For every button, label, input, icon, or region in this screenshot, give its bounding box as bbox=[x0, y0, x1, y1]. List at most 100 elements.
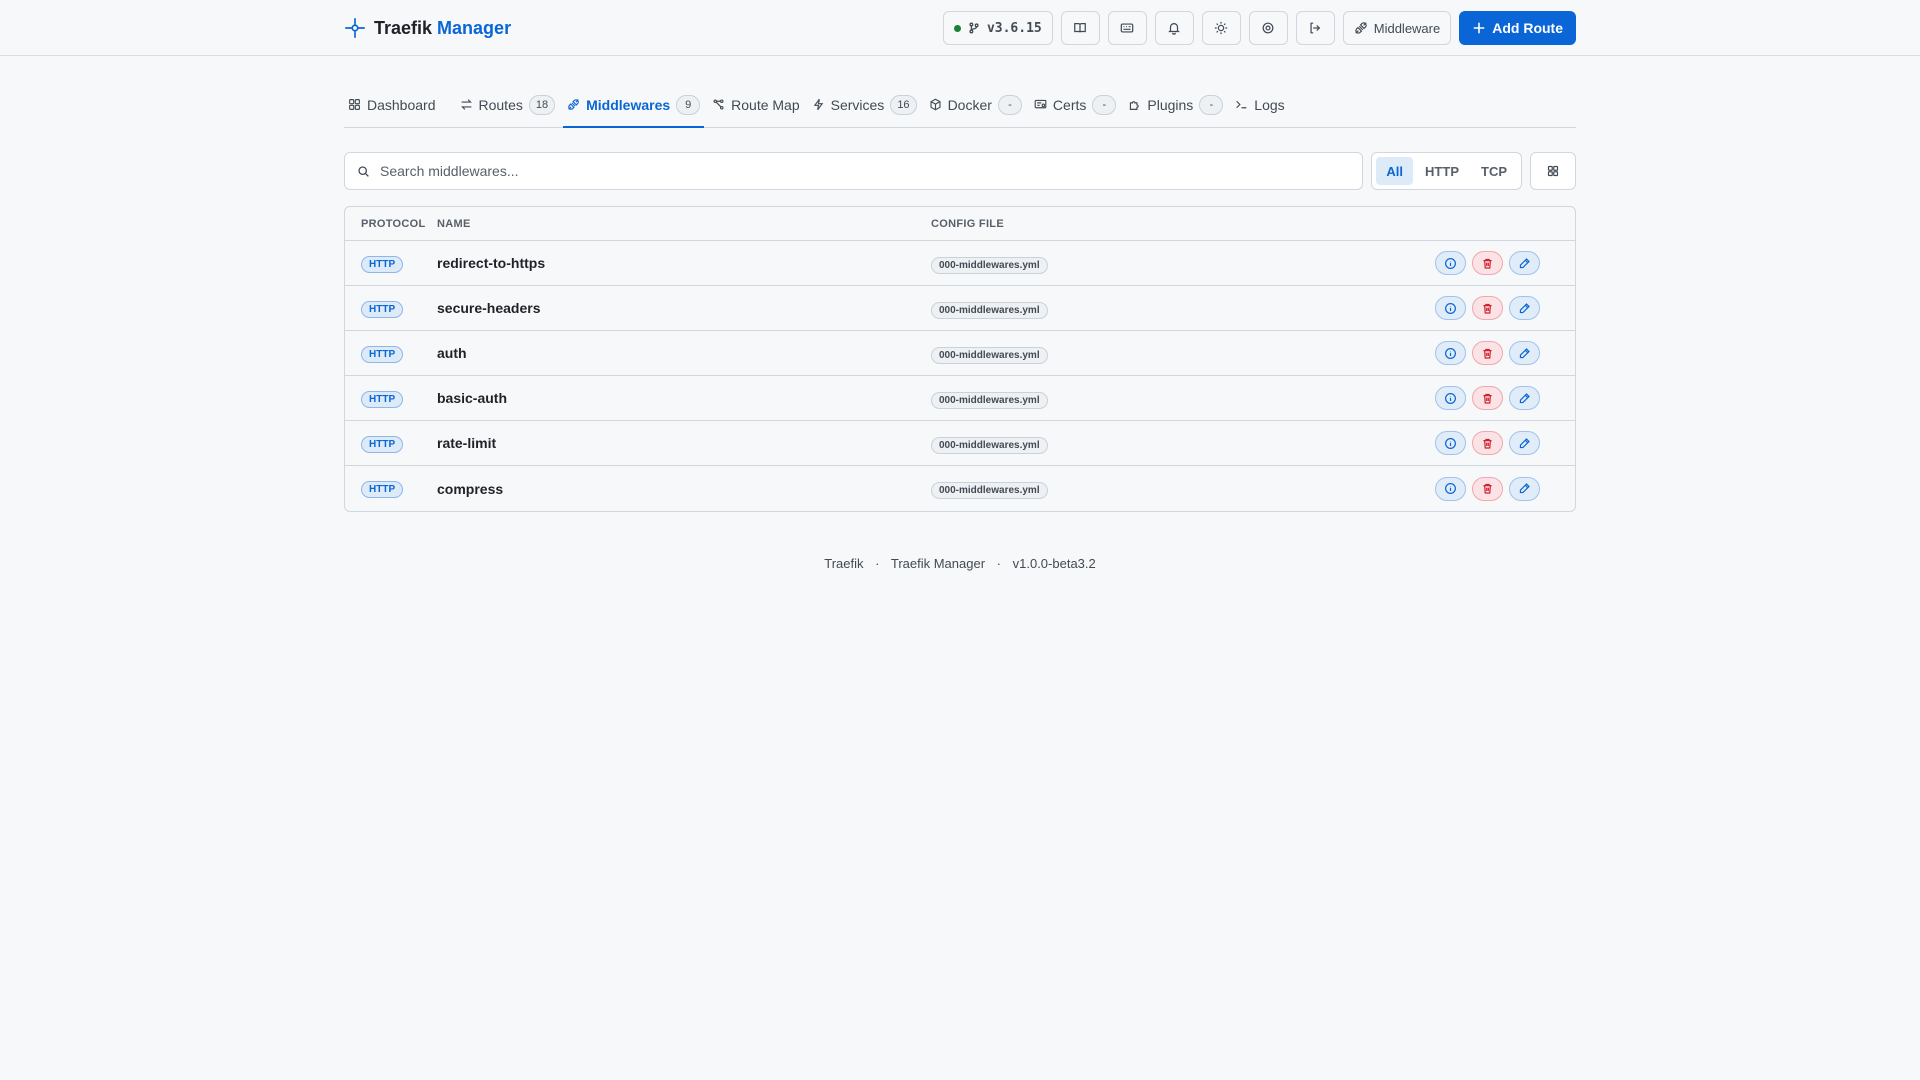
middleware-name: rate-limit bbox=[437, 435, 497, 451]
info-button[interactable] bbox=[1435, 296, 1466, 320]
tab-middlewares[interactable]: Middlewares 9 bbox=[563, 92, 705, 128]
edit-button[interactable] bbox=[1509, 341, 1540, 365]
pencil-icon bbox=[1519, 437, 1530, 448]
filter-tcp-button[interactable]: TCP bbox=[1471, 157, 1517, 185]
config-file-badge: 000-middlewares.yml bbox=[931, 391, 1048, 409]
table-row[interactable]: HTTP compress 000-middlewares.yml bbox=[345, 466, 1575, 511]
book-icon bbox=[1074, 23, 1087, 33]
tab-label: Routes bbox=[478, 96, 523, 113]
logout-icon bbox=[1310, 22, 1321, 34]
info-icon bbox=[1445, 347, 1456, 359]
filter-all-button[interactable]: All bbox=[1376, 157, 1414, 185]
theme-toggle-button[interactable] bbox=[1201, 11, 1241, 45]
keyboard-icon bbox=[1120, 23, 1134, 33]
gear-icon bbox=[1262, 22, 1274, 34]
edit-button[interactable] bbox=[1509, 251, 1540, 275]
version-label: v3.6.15 bbox=[986, 20, 1042, 36]
pencil-icon bbox=[1519, 302, 1530, 313]
status-dot bbox=[953, 24, 961, 32]
filter-http-button[interactable]: HTTP bbox=[1415, 157, 1469, 185]
add-route-label: Add Route bbox=[1492, 20, 1563, 36]
info-icon bbox=[1445, 483, 1456, 494]
tab-certs[interactable]: Certs - bbox=[1030, 92, 1120, 127]
tab-count-badge: - bbox=[1092, 94, 1117, 115]
tab-label: Dashboard bbox=[367, 96, 436, 113]
trash-icon bbox=[1483, 438, 1492, 449]
tab-route-map[interactable]: Route Map bbox=[708, 92, 803, 127]
info-icon bbox=[1445, 257, 1456, 269]
plus-icon bbox=[1473, 22, 1485, 34]
tab-plugins[interactable]: Plugins - bbox=[1124, 92, 1227, 127]
tab-services[interactable]: Services 16 bbox=[808, 92, 921, 127]
table-header: PROTOCOL NAME CONFIG FILE bbox=[345, 207, 1575, 241]
info-button[interactable] bbox=[1435, 431, 1466, 455]
delete-button[interactable] bbox=[1472, 251, 1503, 275]
tab-label: Docker bbox=[947, 96, 992, 113]
traefik-logo-icon bbox=[345, 18, 365, 38]
delete-button[interactable] bbox=[1472, 296, 1503, 320]
keyboard-button[interactable] bbox=[1107, 11, 1147, 45]
info-button[interactable] bbox=[1435, 386, 1466, 410]
tab-count-badge: 16 bbox=[890, 94, 917, 115]
middleware-button-label: Middleware bbox=[1373, 20, 1441, 36]
edit-button[interactable] bbox=[1509, 296, 1540, 320]
bolt-icon bbox=[813, 98, 823, 111]
protocol-badge: HTTP bbox=[361, 345, 404, 363]
tab-label: Route Map bbox=[731, 96, 800, 113]
bell-icon bbox=[1168, 23, 1181, 35]
table-row[interactable]: HTTP auth 000-middlewares.yml bbox=[345, 331, 1575, 376]
trash-icon bbox=[1483, 303, 1492, 314]
edit-button[interactable] bbox=[1509, 476, 1540, 501]
notifications-button[interactable] bbox=[1154, 11, 1194, 45]
search-box[interactable] bbox=[344, 152, 1364, 190]
config-file-badge: 000-middlewares.yml bbox=[931, 301, 1048, 319]
grid-icon bbox=[349, 99, 360, 110]
column-header-protocol: PROTOCOL bbox=[361, 217, 426, 230]
table-row[interactable]: HTTP secure-headers 000-middlewares.yml bbox=[345, 286, 1575, 331]
cert-icon bbox=[1034, 99, 1047, 109]
config-file-badge: 000-middlewares.yml bbox=[931, 482, 1048, 499]
docs-button[interactable] bbox=[1060, 11, 1100, 45]
edit-button[interactable] bbox=[1509, 431, 1540, 455]
table-row[interactable]: HTTP redirect-to-https 000-middlewares.yml bbox=[345, 241, 1575, 286]
table-row[interactable]: HTTP rate-limit 000-middlewares.yml bbox=[345, 421, 1575, 466]
delete-button[interactable] bbox=[1472, 431, 1503, 455]
version-button[interactable]: v3.6.15 bbox=[942, 11, 1053, 45]
grid-view-icon bbox=[1547, 165, 1559, 177]
tab-count-badge: 18 bbox=[528, 94, 556, 115]
row-actions bbox=[1435, 476, 1575, 501]
delete-button[interactable] bbox=[1472, 341, 1503, 365]
search-input[interactable] bbox=[380, 163, 1351, 179]
view-toggle-button[interactable] bbox=[1530, 152, 1576, 190]
trash-icon bbox=[1483, 483, 1492, 494]
main-content: Dashboard Routes 18 Middlewares 9 Route … bbox=[344, 92, 1576, 571]
config-file-badge: 000-middlewares.yml bbox=[931, 256, 1048, 274]
info-icon bbox=[1445, 392, 1456, 404]
tab-docker[interactable]: Docker - bbox=[925, 92, 1026, 127]
info-button[interactable] bbox=[1435, 476, 1466, 501]
delete-button[interactable] bbox=[1472, 476, 1503, 501]
protocol-badge: HTTP bbox=[361, 300, 404, 318]
map-icon bbox=[713, 99, 724, 110]
settings-button[interactable] bbox=[1248, 11, 1288, 45]
brand-logo[interactable]: Traefik Manager bbox=[344, 17, 511, 39]
middleware-button[interactable]: Middleware bbox=[1342, 11, 1452, 45]
tab-logs[interactable]: Logs bbox=[1231, 92, 1288, 127]
trash-icon bbox=[1483, 393, 1492, 404]
info-button[interactable] bbox=[1435, 251, 1466, 275]
filter-toolbar: All HTTP TCP bbox=[344, 152, 1576, 190]
info-button[interactable] bbox=[1435, 341, 1466, 365]
tab-label: Certs bbox=[1052, 96, 1087, 113]
config-file-badge: 000-middlewares.yml bbox=[931, 436, 1048, 454]
protocol-filter: All HTTP TCP bbox=[1371, 152, 1522, 190]
edit-button[interactable] bbox=[1509, 386, 1540, 410]
tab-dashboard[interactable]: Dashboard bbox=[344, 92, 440, 127]
delete-button[interactable] bbox=[1472, 386, 1503, 410]
search-icon bbox=[358, 165, 369, 177]
table-row[interactable]: HTTP basic-auth 000-middlewares.yml bbox=[345, 376, 1575, 421]
pencil-icon bbox=[1519, 347, 1530, 358]
add-route-button[interactable]: Add Route bbox=[1459, 11, 1576, 45]
tab-routes[interactable]: Routes 18 bbox=[456, 92, 560, 127]
protocol-badge: HTTP bbox=[361, 390, 404, 408]
logout-button[interactable] bbox=[1295, 11, 1335, 45]
